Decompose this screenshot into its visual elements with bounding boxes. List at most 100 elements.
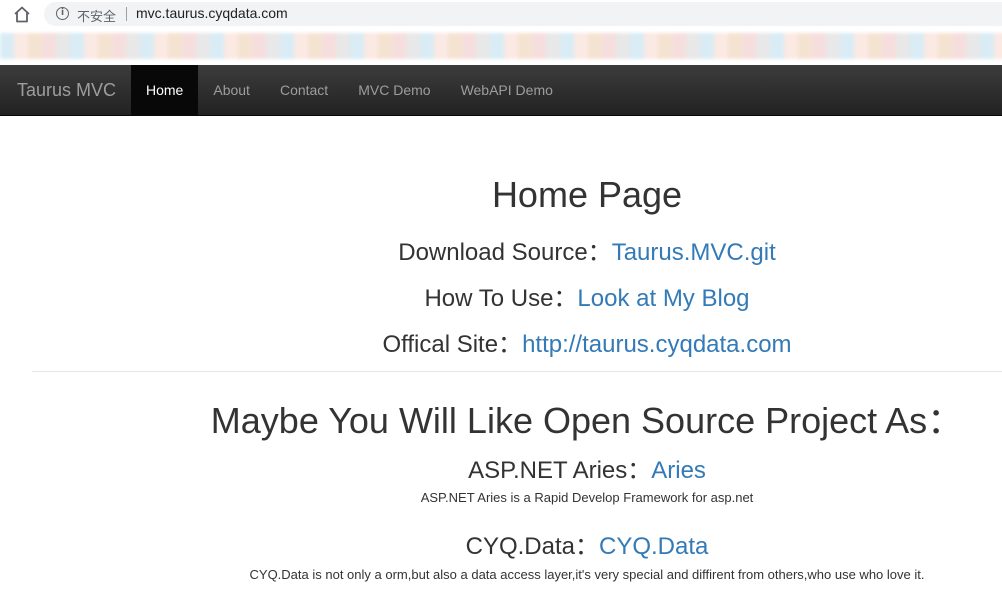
blurred-bookmark-tile bbox=[658, 33, 672, 59]
nav-item-mvc-demo[interactable]: MVC Demo bbox=[343, 65, 445, 115]
blurred-bookmark-tile bbox=[966, 33, 980, 59]
blurred-bookmark-tile bbox=[742, 33, 756, 59]
download-source-line: Download Source：Taurus.MVC.git bbox=[172, 232, 1002, 267]
blurred-bookmark-tile bbox=[868, 33, 882, 59]
blurred-bookmark-tile bbox=[70, 33, 84, 59]
url-text[interactable]: mvc.taurus.cyqdata.com bbox=[136, 5, 288, 21]
blurred-bookmark-tile bbox=[28, 33, 42, 59]
project-cyqdata-label: CYQ.Data： bbox=[465, 533, 599, 560]
project-aries-line: ASP.NET Aries：Aries bbox=[172, 450, 1002, 485]
blurred-bookmark-tile bbox=[700, 33, 714, 59]
blurred-bookmark-tile bbox=[826, 33, 840, 59]
blurred-bookmark-tile bbox=[182, 33, 196, 59]
blurred-bookmark-tile bbox=[756, 33, 770, 59]
blurred-bookmark-tile bbox=[98, 33, 112, 59]
blurred-bookmark-tile bbox=[210, 33, 224, 59]
project-cyqdata-line: CYQ.Data：CYQ.Data bbox=[172, 526, 1002, 561]
official-site-link[interactable]: http://taurus.cyqdata.com bbox=[522, 331, 791, 358]
blurred-bookmark-tile bbox=[14, 33, 28, 59]
blurred-bookmark-tile bbox=[504, 33, 518, 59]
nav-menu: Home About Contact MVC Demo WebAPI Demo bbox=[131, 65, 568, 115]
blurred-bookmark-tile bbox=[952, 33, 966, 59]
blurred-bookmark-tile bbox=[714, 33, 728, 59]
blurred-bookmarks bbox=[0, 33, 1002, 59]
blurred-bookmark-tile bbox=[574, 33, 588, 59]
projects-heading: Maybe You Will Like Open Source Project … bbox=[210, 400, 964, 441]
official-site-line: Offical Site：http://taurus.cyqdata.com bbox=[172, 324, 1002, 359]
blurred-bookmark-tile bbox=[280, 33, 294, 59]
blurred-bookmark-tile bbox=[602, 33, 616, 59]
blurred-bookmark-tile bbox=[924, 33, 938, 59]
nav-item-webapi-demo[interactable]: WebAPI Demo bbox=[446, 65, 568, 115]
blurred-bookmark-tile bbox=[686, 33, 700, 59]
blurred-bookmark-tile bbox=[518, 33, 532, 59]
divider bbox=[32, 371, 1002, 372]
project-aries-description: ASP.NET Aries is a Rapid Develop Framewo… bbox=[420, 490, 754, 505]
blurred-bookmark-tile bbox=[672, 33, 686, 59]
nav-item-home[interactable]: Home bbox=[131, 65, 199, 115]
blurred-bookmark-tile bbox=[378, 33, 392, 59]
blurred-bookmark-tile bbox=[84, 33, 98, 59]
blurred-bookmark-tile bbox=[994, 33, 1002, 59]
blurred-bookmark-tile bbox=[910, 33, 924, 59]
blurred-bookmark-tile bbox=[294, 33, 308, 59]
blurred-bookmark-tile bbox=[560, 33, 574, 59]
blurred-bookmark-tile bbox=[896, 33, 910, 59]
blurred-bookmark-tile bbox=[476, 33, 490, 59]
blurred-bookmark-tile bbox=[812, 33, 826, 59]
blurred-bookmark-tile bbox=[462, 33, 476, 59]
blurred-bookmark-tile bbox=[784, 33, 798, 59]
blurred-bookmark-tile bbox=[630, 33, 644, 59]
project-cyqdata-link[interactable]: CYQ.Data bbox=[599, 533, 708, 560]
download-source-link[interactable]: Taurus.MVC.git bbox=[612, 239, 776, 266]
blurred-bookmark-tile bbox=[0, 33, 14, 59]
url-box[interactable]: i 不安全 mvc.taurus.cyqdata.com bbox=[44, 2, 1002, 26]
blurred-bookmark-tile bbox=[434, 33, 448, 59]
insecure-label: 不安全 bbox=[77, 10, 117, 25]
home-icon[interactable] bbox=[11, 4, 33, 24]
blurred-bookmark-tile bbox=[532, 33, 546, 59]
how-to-use-line: How To Use：Look at My Blog bbox=[172, 278, 1002, 313]
blurred-bookmark-tile bbox=[490, 33, 504, 59]
blurred-bookmark-tile bbox=[196, 33, 210, 59]
blurred-bookmark-tile bbox=[350, 33, 364, 59]
info-icon[interactable]: i bbox=[56, 7, 69, 20]
project-aries-link[interactable]: Aries bbox=[651, 457, 706, 484]
blurred-bookmark-tile bbox=[728, 33, 742, 59]
navbar-brand[interactable]: Taurus MVC bbox=[17, 80, 116, 101]
blurred-bookmark-tile bbox=[406, 33, 420, 59]
url-separator bbox=[126, 7, 127, 21]
blurred-bookmark-tile bbox=[392, 33, 406, 59]
blurred-bookmark-tile bbox=[308, 33, 322, 59]
page-title: Home Page bbox=[491, 174, 683, 215]
official-site-label: Offical Site： bbox=[382, 331, 523, 358]
blurred-bookmark-tile bbox=[854, 33, 868, 59]
blurred-bookmark-tile bbox=[140, 33, 154, 59]
blurred-bookmark-tile bbox=[126, 33, 140, 59]
main-content: Home Page Download Source：Taurus.MVC.git… bbox=[0, 116, 1002, 591]
blurred-bookmark-tile bbox=[616, 33, 630, 59]
browser-address-bar: i 不安全 mvc.taurus.cyqdata.com bbox=[0, 0, 1002, 28]
blurred-bookmark-tile bbox=[42, 33, 56, 59]
blurred-bookmark-tile bbox=[266, 33, 280, 59]
blurred-bookmark-tile bbox=[644, 33, 658, 59]
download-source-label: Download Source： bbox=[398, 239, 612, 266]
blurred-bookmark-tile bbox=[238, 33, 252, 59]
blurred-bookmark-tile bbox=[588, 33, 602, 59]
how-to-use-label: How To Use： bbox=[424, 285, 578, 312]
how-to-use-link[interactable]: Look at My Blog bbox=[577, 285, 749, 312]
blurred-bookmark-tile bbox=[882, 33, 896, 59]
nav-item-about[interactable]: About bbox=[198, 65, 265, 115]
blurred-bookmark-tile bbox=[980, 33, 994, 59]
blurred-bookmark-tile bbox=[798, 33, 812, 59]
blurred-bookmark-tile bbox=[840, 33, 854, 59]
blurred-bookmark-tile bbox=[364, 33, 378, 59]
blurred-bookmark-tile bbox=[336, 33, 350, 59]
blurred-bookmark-tile bbox=[252, 33, 266, 59]
blurred-bookmark-tile bbox=[938, 33, 952, 59]
blurred-bookmark-tile bbox=[154, 33, 168, 59]
nav-item-contact[interactable]: Contact bbox=[265, 65, 343, 115]
project-aries-label: ASP.NET Aries： bbox=[468, 457, 652, 484]
blurred-bookmark-tile bbox=[56, 33, 70, 59]
navbar: Taurus MVC Home About Contact MVC Demo W… bbox=[0, 65, 1002, 116]
